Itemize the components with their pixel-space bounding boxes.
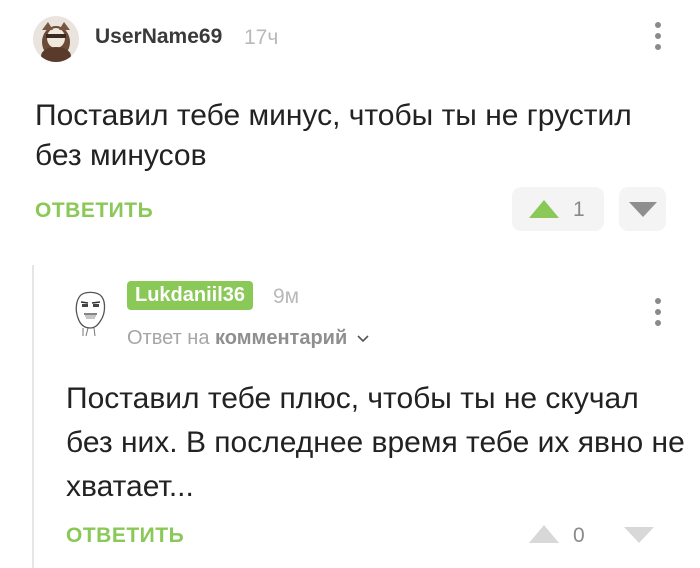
downvote-button[interactable] — [624, 527, 654, 548]
chevron-down-icon — [357, 323, 369, 351]
reply-username: Lukdaniil36 — [135, 284, 246, 306]
thread-line — [32, 265, 34, 568]
arrow-up-icon — [529, 525, 559, 543]
arrow-down-icon — [624, 527, 654, 543]
upvote-button[interactable] — [512, 187, 604, 231]
troll-face-avatar-icon[interactable] — [72, 290, 108, 337]
upvote-button[interactable] — [529, 525, 559, 548]
more-vertical-icon[interactable] — [652, 22, 664, 55]
rating-count: 0 — [573, 524, 585, 547]
comment-text: Поставил тебе минус, чтобы ты не грустил… — [35, 99, 632, 172]
more-vertical-icon[interactable] — [652, 298, 664, 331]
reply-button[interactable]: ОТВЕТИТЬ — [66, 522, 184, 550]
reply-to-line[interactable]: Ответ на комментарий — [127, 324, 369, 352]
arrow-up-icon — [529, 200, 559, 223]
reply-text: Поставил тебе плюс, чтобы ты не скучал б… — [66, 382, 685, 503]
downvote-button[interactable] — [619, 187, 666, 231]
reply-button[interactable]: ОТВЕТИТЬ — [35, 197, 153, 225]
reply-username-badge[interactable]: Lukdaniil36 — [127, 281, 254, 310]
reply-time: 9м — [273, 285, 300, 308]
rating-count: 1 — [573, 198, 585, 221]
comment-username[interactable]: UserName69 — [95, 23, 222, 51]
reply-to-prefix: Ответ на — [127, 327, 210, 349]
user-avatar-icon[interactable] — [33, 16, 79, 62]
comment-time: 17ч — [244, 26, 279, 49]
reply-to-link[interactable]: комментарий — [215, 327, 347, 349]
arrow-down-icon — [629, 202, 657, 222]
